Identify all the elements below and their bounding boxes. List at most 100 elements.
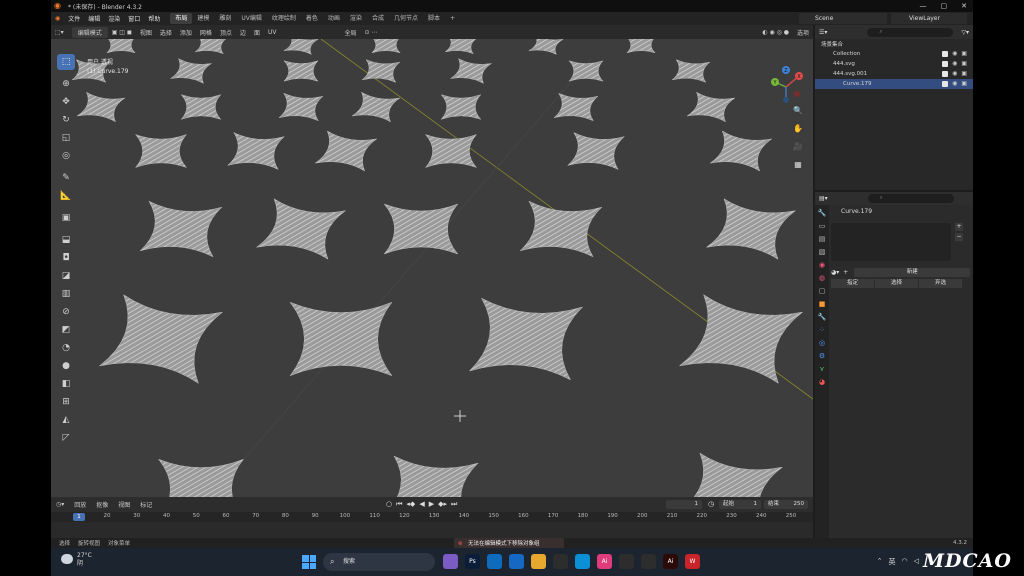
shape-keys-list[interactable]	[831, 223, 951, 261]
curve-star-shape[interactable]	[106, 39, 136, 54]
data-tab-icon[interactable]: ⋎	[818, 365, 827, 374]
next-keyframe-icon[interactable]: ◆▸	[438, 500, 447, 509]
blender-app-icon[interactable]	[619, 554, 634, 569]
viewport-canvas[interactable]	[51, 39, 813, 497]
curve-star-shape[interactable]	[157, 458, 245, 497]
play-icon[interactable]: ▶	[429, 500, 434, 509]
explorer-app-icon[interactable]	[531, 554, 546, 569]
move-tool[interactable]: ✥	[57, 94, 75, 110]
curve-star-shape[interactable]	[686, 91, 736, 123]
properties-search-input[interactable]: ⌕	[867, 194, 954, 203]
add-cube-tool[interactable]: ▣	[57, 210, 75, 226]
rip-tool[interactable]: ◸	[57, 430, 75, 446]
menu-timeline-view[interactable]: 视图	[113, 500, 135, 509]
curve-star-shape[interactable]	[256, 198, 346, 260]
particles-tab-icon[interactable]: ⁘	[818, 326, 827, 335]
shear-tool[interactable]: ◭	[57, 412, 75, 428]
menu-keying[interactable]: 抠像	[91, 500, 113, 509]
editor-type-icon[interactable]: ⬚▾	[51, 29, 68, 36]
annotate-tool[interactable]: ✎	[57, 170, 75, 186]
collection-tab-icon[interactable]: ▢	[818, 287, 827, 296]
outliner-search-input[interactable]: ⌕	[867, 27, 954, 37]
wps-app-icon[interactable]: W	[685, 554, 700, 569]
inset-tool[interactable]: ◘	[57, 250, 75, 266]
curve-star-shape[interactable]	[371, 39, 401, 54]
render-camera-icon[interactable]: ▣	[961, 51, 967, 57]
tab-shading[interactable]: 着色	[301, 13, 323, 24]
curve-star-shape[interactable]	[706, 198, 796, 260]
tool-tab-icon[interactable]: 🔧	[818, 209, 827, 218]
minimize-button[interactable]: —	[920, 0, 927, 12]
outliner-editor-icon[interactable]: ☰▾	[819, 29, 827, 36]
curve-star-shape[interactable]	[519, 200, 603, 258]
exclude-checkbox[interactable]	[942, 61, 949, 67]
poly-build-tool[interactable]: ◩	[57, 322, 75, 338]
render-camera-icon[interactable]: ▣	[961, 81, 967, 87]
curve-star-shape[interactable]	[383, 203, 459, 255]
curve-star-shape[interactable]	[278, 92, 324, 122]
weather-widget[interactable]: 27°C 阴	[61, 552, 92, 568]
menu-marker[interactable]: 标记	[135, 500, 157, 509]
curve-star-shape[interactable]	[315, 130, 377, 172]
curve-star-shape[interactable]	[99, 294, 223, 384]
play-reverse-icon[interactable]: ◀	[419, 500, 424, 509]
new-button[interactable]: 新建	[854, 267, 971, 277]
knife-tool[interactable]: ⊘	[57, 304, 75, 320]
spin-tool[interactable]: ◔	[57, 340, 75, 356]
modifier-tab-icon[interactable]: 🔧	[818, 313, 827, 322]
chevron-up-icon[interactable]: ⌃	[877, 557, 883, 567]
start-button[interactable]	[302, 555, 316, 569]
chrome-app-icon[interactable]	[553, 554, 568, 569]
remove-key-button[interactable]: −	[955, 233, 963, 241]
curve-star-shape[interactable]	[283, 39, 319, 55]
transform-orientation[interactable]: 全局	[340, 28, 360, 37]
clock-icon[interactable]: ◷	[708, 500, 714, 508]
curve-star-shape[interactable]	[679, 294, 803, 384]
prev-keyframe-icon[interactable]: ◂◆	[406, 500, 415, 509]
menu-view[interactable]: 视图	[136, 28, 156, 37]
properties-editor-icon[interactable]: ▤▾	[819, 195, 828, 202]
camera-view-icon[interactable]: 🎥	[791, 139, 805, 153]
options-dropdown[interactable]: 选项	[793, 28, 813, 37]
curve-star-shape[interactable]	[450, 58, 492, 84]
curve-star-shape[interactable]	[361, 59, 401, 83]
measure-tool[interactable]: 📐	[57, 188, 75, 204]
close-button[interactable]: ✕	[961, 0, 967, 12]
object-name-field[interactable]: Curve.179	[831, 207, 971, 217]
scale-tool[interactable]: ◱	[57, 130, 75, 146]
render-tab-icon[interactable]: ▭	[818, 222, 827, 231]
curve-star-shape[interactable]	[134, 133, 188, 169]
tab-texture-paint[interactable]: 纹理绘制	[267, 13, 301, 24]
app-figure-icon[interactable]	[443, 554, 458, 569]
tab-compositing[interactable]: 合成	[367, 13, 389, 24]
3d-viewport[interactable]: 用户 透视 (1) Curve.179 ⬚ ⊕ ✥ ↻ ◱ ◎ ✎ 📐 ▣ ⬓ ◘ ◪ ▥ ⊘ ◩ ◔ ● ◧ ⊞ ◭…	[51, 39, 813, 497]
loop-cut-tool[interactable]: ▥	[57, 286, 75, 302]
smooth-tool[interactable]: ●	[57, 358, 75, 374]
filter-icon[interactable]: ▽▾	[961, 29, 969, 36]
exclude-checkbox[interactable]	[942, 81, 949, 87]
tab-rendering[interactable]: 渲染	[345, 13, 367, 24]
outliner-row[interactable]: 444.svg ◉ ▣	[815, 59, 973, 69]
scene-selector[interactable]: Scene	[799, 13, 887, 24]
shrink-tool[interactable]: ⊞	[57, 394, 75, 410]
curve-star-shape[interactable]	[671, 59, 711, 83]
add-key-button[interactable]: +	[955, 223, 963, 231]
perspective-toggle-icon[interactable]: ▦	[791, 157, 805, 171]
curve-star-shape[interactable]	[567, 132, 625, 170]
select-box-tool[interactable]: ⬚	[57, 54, 75, 70]
curve-star-shape[interactable]	[710, 130, 772, 172]
app-pink-icon[interactable]: Ai	[597, 554, 612, 569]
exclude-checkbox[interactable]	[942, 51, 949, 57]
outliner-row[interactable]: 444.svg.001 ◉ ▣	[815, 69, 973, 79]
start-frame-field[interactable]: 起始 1	[719, 500, 761, 509]
curve-star-shape[interactable]	[445, 39, 477, 55]
overlay-icons[interactable]: ◐ ◉ ◎ ●	[758, 29, 793, 36]
curve-star-shape[interactable]	[195, 39, 227, 55]
current-frame-marker[interactable]: 1	[73, 513, 85, 521]
curve-star-shape[interactable]	[283, 60, 319, 82]
edge2-app-icon[interactable]	[575, 554, 590, 569]
bevel-tool[interactable]: ◪	[57, 268, 75, 284]
menu-edit[interactable]: 编辑	[84, 14, 104, 23]
curve-star-shape[interactable]	[553, 92, 599, 122]
view-layer-tab-icon[interactable]: ▧	[818, 248, 827, 257]
